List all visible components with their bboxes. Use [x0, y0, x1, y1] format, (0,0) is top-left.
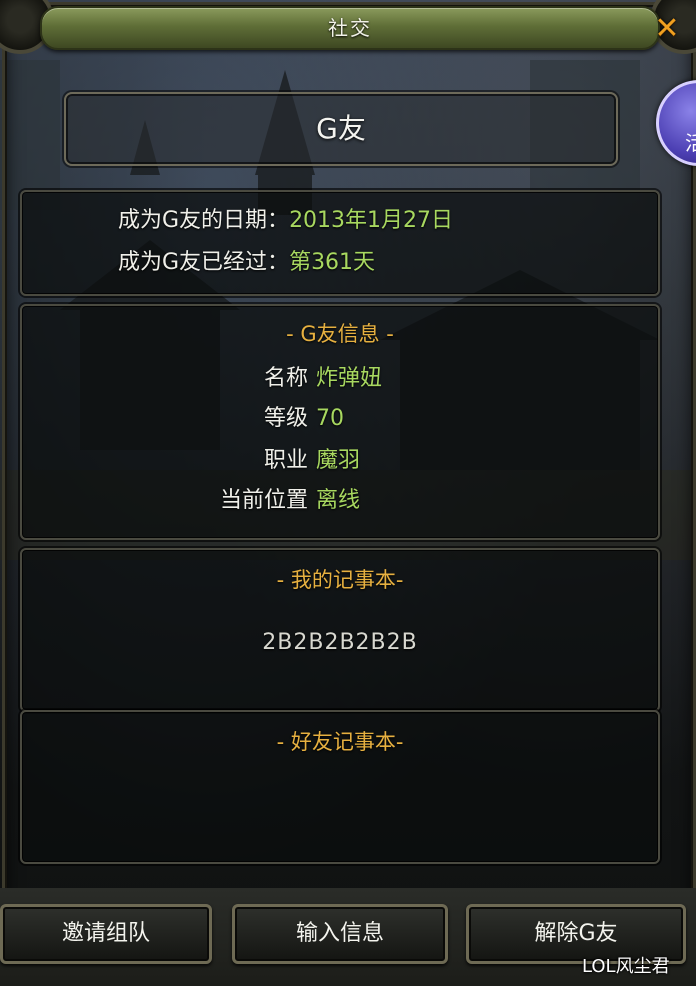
info-label-class: 职业 — [263, 448, 308, 473]
friend-name: G友 — [316, 112, 366, 145]
info-label-level: 等级 — [263, 406, 308, 431]
elapsed-row: 成为G友已经过：第361天 — [118, 248, 375, 278]
close-icon: ✕ — [654, 11, 680, 46]
side-orb-label: 活 — [685, 127, 696, 156]
info-label-location: 当前位置 — [219, 488, 308, 513]
social-window: 社交 ✕ 活 G友 成为G友的日期：2013年1月27日 成为G友已经过：第36… — [0, 0, 696, 986]
watermark: LOL风尘君 — [582, 956, 670, 977]
friend-name-box: G友 — [64, 92, 618, 166]
invite-party-button[interactable]: 邀请组队 — [0, 904, 212, 964]
friend-notebook-title: - 好友记事本- — [276, 730, 404, 754]
my-notebook-panel[interactable]: - 我的记事本- 2B2B2B2B2B — [20, 548, 660, 712]
elapsed-value: 第361天 — [289, 250, 376, 275]
my-notebook-title: - 我的记事本- — [276, 568, 404, 592]
info-value-name: 炸弹妞 — [316, 366, 383, 391]
friend-info-panel: - G友信息 - 名称 炸弹妞 等级 70 职业 魔羽 当前位置 离线 — [20, 304, 660, 540]
window-title: 社交 — [328, 16, 372, 40]
title-bar[interactable]: 社交 — [40, 6, 660, 50]
input-message-button[interactable]: 输入信息 — [232, 904, 448, 964]
date-label: 成为G友的日期： — [118, 208, 290, 233]
info-label-name: 名称 — [263, 366, 308, 391]
relationship-panel: 成为G友的日期：2013年1月27日 成为G友已经过：第361天 — [20, 190, 660, 296]
info-section-title: - G友信息 - — [286, 322, 394, 346]
date-value: 2013年1月27日 — [289, 208, 454, 233]
date-row: 成为G友的日期：2013年1月27日 — [118, 206, 453, 236]
my-notebook-content: 2B2B2B2B2B — [262, 630, 418, 655]
close-button[interactable]: ✕ — [652, 14, 682, 44]
info-value-location: 离线 — [316, 488, 361, 513]
info-value-level: 70 — [316, 406, 344, 431]
info-value-class: 魔羽 — [316, 448, 361, 473]
elapsed-label: 成为G友已经过： — [118, 250, 290, 275]
friend-notebook-panel: - 好友记事本- — [20, 710, 660, 864]
